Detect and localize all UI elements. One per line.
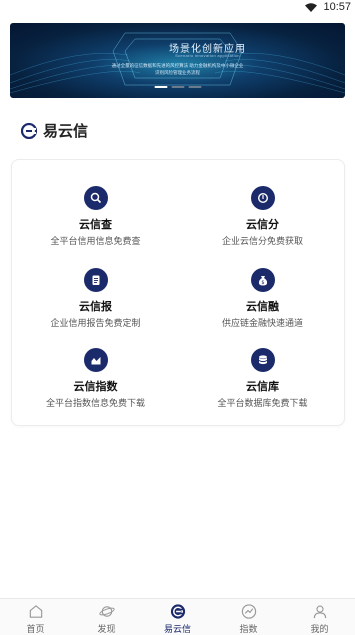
service-yunxin-bao[interactable]: 云信报 企业信用报告免费定制 xyxy=(12,268,179,329)
pagination-dot[interactable] xyxy=(171,86,184,88)
home-icon xyxy=(29,605,42,618)
service-yunxin-cha[interactable]: 云信查 全平台信用信息免费查 xyxy=(12,186,179,247)
gauge-icon xyxy=(250,186,275,210)
planet-icon xyxy=(98,606,115,617)
service-title: 云信库 xyxy=(246,381,279,393)
tab-index[interactable]: 指数 xyxy=(213,599,284,635)
tab-mine[interactable]: 我的 xyxy=(284,599,355,635)
service-description: 供应链金融快速通道 xyxy=(221,318,303,328)
services-card: 云信查 全平台信用信息免费查 云信分 企业云信分免费获取 云信报 企业信用报告免… xyxy=(11,159,345,426)
service-description: 全平台指数信息免费下载 xyxy=(45,398,145,408)
banner-description: 通过全量的征信数据和先进的风控算法 助力金融机构及中小微企业 xyxy=(111,63,244,68)
pagination-dot[interactable] xyxy=(154,86,167,88)
service-description: 企业云信分免费获取 xyxy=(221,236,303,246)
banner-pagination xyxy=(154,86,201,88)
service-title: 云信报 xyxy=(79,301,112,313)
money-bag-icon: $ xyxy=(250,268,275,292)
trend-icon xyxy=(241,604,256,619)
service-description: 企业信用报告免费定制 xyxy=(50,318,141,328)
status-time: 10:57 xyxy=(323,1,351,13)
status-bar: 10:57 xyxy=(0,0,355,14)
tab-yiyunxin[interactable]: 易云信 xyxy=(142,599,213,635)
service-yunxin-fen[interactable]: 云信分 企业云信分免费获取 xyxy=(179,186,346,247)
service-description: 全平台数据库免费下载 xyxy=(217,398,308,408)
database-icon xyxy=(250,348,275,372)
report-icon xyxy=(83,268,108,292)
banner-description-2: 识别风险管理业务流程 xyxy=(155,70,200,75)
tab-home[interactable]: 首页 xyxy=(0,599,71,635)
service-yunxin-ku[interactable]: 云信库 全平台数据库免费下载 xyxy=(179,348,346,409)
area-chart-icon xyxy=(83,348,108,372)
brand-logo-icon xyxy=(170,604,185,619)
brand-name: 易云信 xyxy=(43,123,89,140)
service-yunxin-zhishu[interactable]: 云信指数 全平台指数信息免费下载 xyxy=(12,348,179,409)
tab-discover[interactable]: 发现 xyxy=(71,599,142,635)
service-description: 全平台信用信息免费查 xyxy=(50,236,141,246)
search-icon xyxy=(83,186,108,210)
svg-text:$: $ xyxy=(261,280,264,286)
service-title: 云信分 xyxy=(246,219,279,231)
wifi-icon xyxy=(305,2,318,12)
service-title: 云信融 xyxy=(246,301,279,313)
tab-label: 易云信 xyxy=(163,624,191,634)
banner-subtitle: Scenario innovation application xyxy=(175,53,240,58)
tab-label: 指数 xyxy=(239,624,258,634)
tab-label: 我的 xyxy=(310,624,329,634)
promo-banner[interactable]: 场景化创新应用 Scenario innovation application … xyxy=(10,23,345,98)
service-title: 云信查 xyxy=(79,219,112,231)
bottom-tab-bar: 首页 发现 易云信 指数 我的 xyxy=(0,598,355,635)
service-yunxin-rong[interactable]: $ 云信融 供应链金融快速通道 xyxy=(179,268,346,329)
pagination-dot[interactable] xyxy=(188,86,201,88)
brand-header: 易云信 xyxy=(21,120,88,141)
service-title: 云信指数 xyxy=(73,381,118,393)
tab-label: 发现 xyxy=(97,624,116,634)
user-icon xyxy=(313,605,326,619)
brand-logo-icon xyxy=(21,122,37,139)
tab-label: 首页 xyxy=(26,624,45,634)
